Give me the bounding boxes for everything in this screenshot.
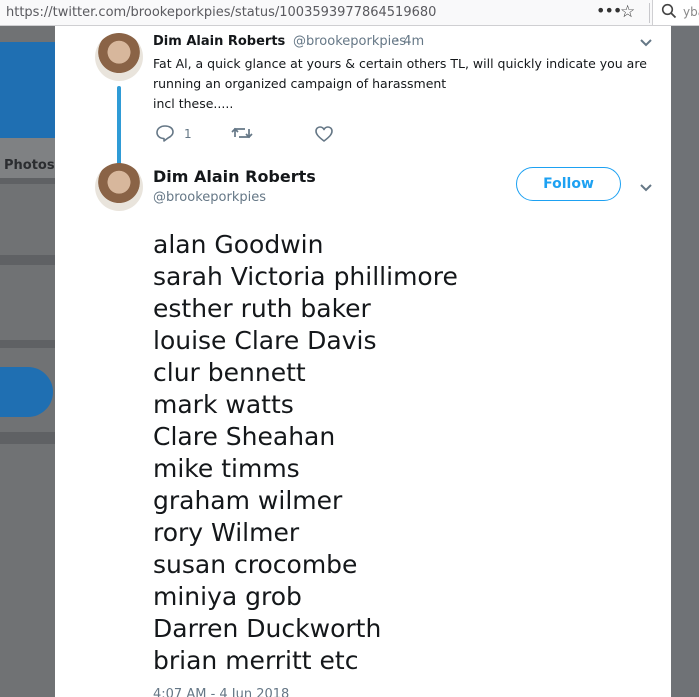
follow-button[interactable]: Follow [516, 167, 621, 201]
chevron-down-icon[interactable] [639, 38, 653, 48]
star-icon[interactable]: ☆ [620, 2, 635, 22]
background-button [0, 367, 53, 417]
avatar[interactable] [95, 163, 143, 211]
author-handle[interactable]: @brookeporkpies [153, 190, 266, 205]
browser-toolbar: https://twitter.com/brookeporkpies/statu… [0, 0, 699, 26]
background-page-right [671, 26, 699, 697]
toolbar-divider [649, 3, 650, 23]
background-divider [0, 432, 55, 444]
tweet-text-line: Clare Sheahan [153, 422, 336, 451]
reply-author-handle[interactable]: @brookeporkpies [293, 34, 406, 49]
address-bar[interactable]: https://twitter.com/brookeporkpies/statu… [6, 5, 436, 20]
search-text: yba [683, 5, 699, 19]
chevron-down-icon[interactable] [639, 183, 653, 193]
search-icon [661, 3, 677, 19]
tweet-text-line: clur bennett [153, 358, 306, 387]
reply-time[interactable]: · 4m [395, 34, 424, 49]
profile-header-band [0, 42, 55, 138]
search-box[interactable]: yba [652, 0, 699, 25]
tweet-text-line: sarah Victoria phillimore [153, 262, 458, 291]
tweet-text-line: mark watts [153, 390, 294, 419]
tweet-text-line: Darren Duckworth [153, 614, 382, 643]
reply-text-line: Fat Al, a quick glance at yours & certai… [153, 56, 647, 71]
reply-author-name[interactable]: Dim Alain Roberts [153, 34, 285, 49]
background-divider [0, 178, 55, 184]
tweet-text-line: louise Clare Davis [153, 326, 377, 355]
tweet-text-line: susan crocombe [153, 550, 358, 579]
reply-tweet-text: Fat Al, a quick glance at yours & certai… [153, 54, 647, 114]
reply-text-line: running an organized campaign of harassm… [153, 76, 447, 91]
tweet-text-line: brian merritt etc [153, 646, 359, 675]
tweet-text-line: rory Wilmer [153, 518, 300, 547]
reply-text-line: incl these..... [153, 96, 234, 111]
author-name[interactable]: Dim Alain Roberts [153, 167, 316, 186]
background-divider [0, 255, 55, 265]
tweet-text-line: mike timms [153, 454, 300, 483]
retweet-icon[interactable] [231, 125, 253, 141]
reply-count: 1 [184, 127, 192, 141]
reply-icon[interactable] [155, 124, 175, 142]
tweet-text: alan Goodwin sarah Victoria phillimore e… [153, 229, 458, 677]
ellipsis-icon[interactable]: ••• [596, 1, 622, 20]
tweet-timestamp[interactable]: 4:07 AM - 4 Jun 2018 [153, 687, 289, 697]
photos-tab: Photos [4, 158, 55, 173]
tweet-text-line: esther ruth baker [153, 294, 371, 323]
tweet-text-line: miniya grob [153, 582, 302, 611]
avatar[interactable] [95, 33, 143, 81]
tweet-text-line: graham wilmer [153, 486, 343, 515]
tweet-permalink-card: Dim Alain Roberts @brookeporkpies · 4m F… [55, 26, 671, 697]
background-divider [0, 340, 55, 348]
tweet-text-line: alan Goodwin [153, 230, 324, 259]
like-heart-icon[interactable] [314, 125, 334, 143]
